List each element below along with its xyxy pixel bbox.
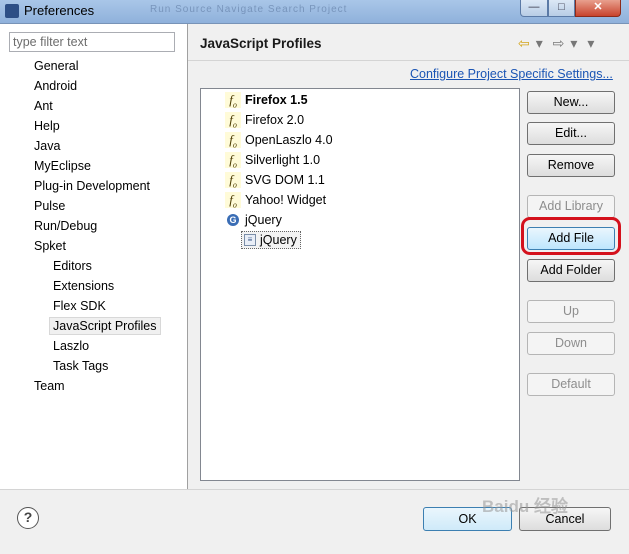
- profile-item[interactable]: fo Firefox 1.5: [225, 91, 308, 110]
- library-file-item[interactable]: ≡ jQuery: [241, 231, 301, 249]
- profile-item[interactable]: fo Silverlight 1.0: [225, 151, 321, 170]
- default-button[interactable]: Default: [527, 373, 615, 396]
- tree-item-editors[interactable]: Editors: [53, 257, 92, 275]
- fo-profile-icon: fo: [225, 152, 241, 170]
- configure-project-settings-link[interactable]: Configure Project Specific Settings...: [410, 67, 613, 81]
- fo-profile-icon: fo: [225, 192, 241, 210]
- up-button[interactable]: Up: [527, 300, 615, 323]
- add-library-button[interactable]: Add Library: [527, 195, 615, 218]
- tree-item-laszlo[interactable]: Laszlo: [53, 337, 89, 355]
- profile-label: Yahoo! Widget: [245, 193, 327, 207]
- forward-arrow-icon[interactable]: ⇨: [553, 35, 565, 51]
- remove-button[interactable]: Remove: [527, 154, 615, 177]
- page-navigation: ⇦ ▾ ⇨ ▾ ▾: [518, 35, 600, 52]
- file-label: jQuery: [260, 233, 297, 247]
- tree-item-extensions[interactable]: Extensions: [53, 277, 114, 295]
- tree-item-pulse[interactable]: Pulse: [34, 197, 65, 215]
- profile-label: Firefox 1.5: [245, 93, 308, 107]
- add-file-button[interactable]: Add File: [527, 227, 615, 250]
- close-button[interactable]: ✕: [575, 0, 621, 17]
- profile-item[interactable]: fo OpenLaszlo 4.0: [225, 131, 333, 150]
- tree-item-team[interactable]: Team: [34, 377, 65, 395]
- library-item[interactable]: GjQuery: [227, 211, 282, 229]
- fo-profile-icon: fo: [225, 132, 241, 150]
- dialog-footer: ? OK Cancel Baidu 经验: [0, 489, 629, 554]
- tree-item-myeclipse[interactable]: MyEclipse: [34, 157, 91, 175]
- background-menu-text: Run Source Navigate Search Project: [150, 4, 348, 15]
- back-arrow-icon[interactable]: ⇦: [518, 35, 530, 51]
- tree-item-general[interactable]: General: [34, 57, 78, 75]
- profile-item[interactable]: fo Yahoo! Widget: [225, 191, 327, 210]
- forward-menu-chevron-icon[interactable]: ▾: [570, 35, 577, 51]
- profile-label: Firefox 2.0: [245, 113, 305, 127]
- new-button[interactable]: New...: [527, 91, 615, 114]
- baidu-watermark: Baidu 经验: [482, 497, 568, 516]
- fo-profile-icon: fo: [225, 172, 241, 190]
- tree-item-spket[interactable]: Spket: [34, 237, 66, 255]
- tree-item-flex-sdk[interactable]: Flex SDK: [53, 297, 106, 315]
- profile-item[interactable]: fo SVG DOM 1.1: [225, 171, 325, 190]
- page-title: JavaScript Profiles: [200, 36, 322, 51]
- view-menu-chevron-icon[interactable]: ▾: [587, 35, 594, 51]
- tree-item-plugin-development[interactable]: Plug-in Development: [34, 177, 150, 195]
- profiles-list[interactable]: fo Firefox 1.5 fo Firefox 2.0 fo OpenLaszlo…: [200, 88, 520, 481]
- tree-item-task-tags[interactable]: Task Tags: [53, 357, 108, 375]
- title-bar: Preferences Run Source Navigate Search P…: [0, 0, 629, 24]
- header-divider: [188, 60, 629, 61]
- fo-profile-icon: fo: [225, 112, 241, 130]
- file-icon: ≡: [244, 234, 256, 246]
- fo-profile-icon: fo: [225, 92, 241, 110]
- tree-item-run-debug[interactable]: Run/Debug: [34, 217, 97, 235]
- profile-label: Silverlight 1.0: [245, 153, 321, 167]
- library-icon: G: [227, 214, 239, 226]
- preferences-sidebar: General Android Ant Help Java MyEclipse …: [0, 24, 188, 489]
- tree-item-javascript-profiles[interactable]: JavaScript Profiles: [49, 317, 161, 335]
- preference-page: JavaScript Profiles ⇦ ▾ ⇨ ▾ ▾ Configure Pr…: [188, 24, 629, 489]
- tree-item-ant[interactable]: Ant: [34, 97, 53, 115]
- window-title: Preferences: [24, 3, 95, 18]
- eclipse-app-icon: [5, 4, 19, 18]
- tree-item-help[interactable]: Help: [34, 117, 60, 135]
- tree-item-android[interactable]: Android: [34, 77, 77, 95]
- edit-button[interactable]: Edit...: [527, 122, 615, 145]
- library-label: jQuery: [245, 213, 282, 227]
- maximize-button[interactable]: □: [548, 0, 575, 17]
- minimize-button[interactable]: —: [520, 0, 548, 17]
- back-menu-chevron-icon[interactable]: ▾: [536, 35, 543, 51]
- profile-label: SVG DOM 1.1: [245, 173, 325, 187]
- profile-label: OpenLaszlo 4.0: [245, 133, 333, 147]
- help-icon[interactable]: ?: [17, 507, 39, 529]
- down-button[interactable]: Down: [527, 332, 615, 355]
- profile-item[interactable]: fo Firefox 2.0: [225, 111, 305, 130]
- add-folder-button[interactable]: Add Folder: [527, 259, 615, 282]
- tree-item-java[interactable]: Java: [34, 137, 60, 155]
- filter-input[interactable]: [9, 32, 175, 52]
